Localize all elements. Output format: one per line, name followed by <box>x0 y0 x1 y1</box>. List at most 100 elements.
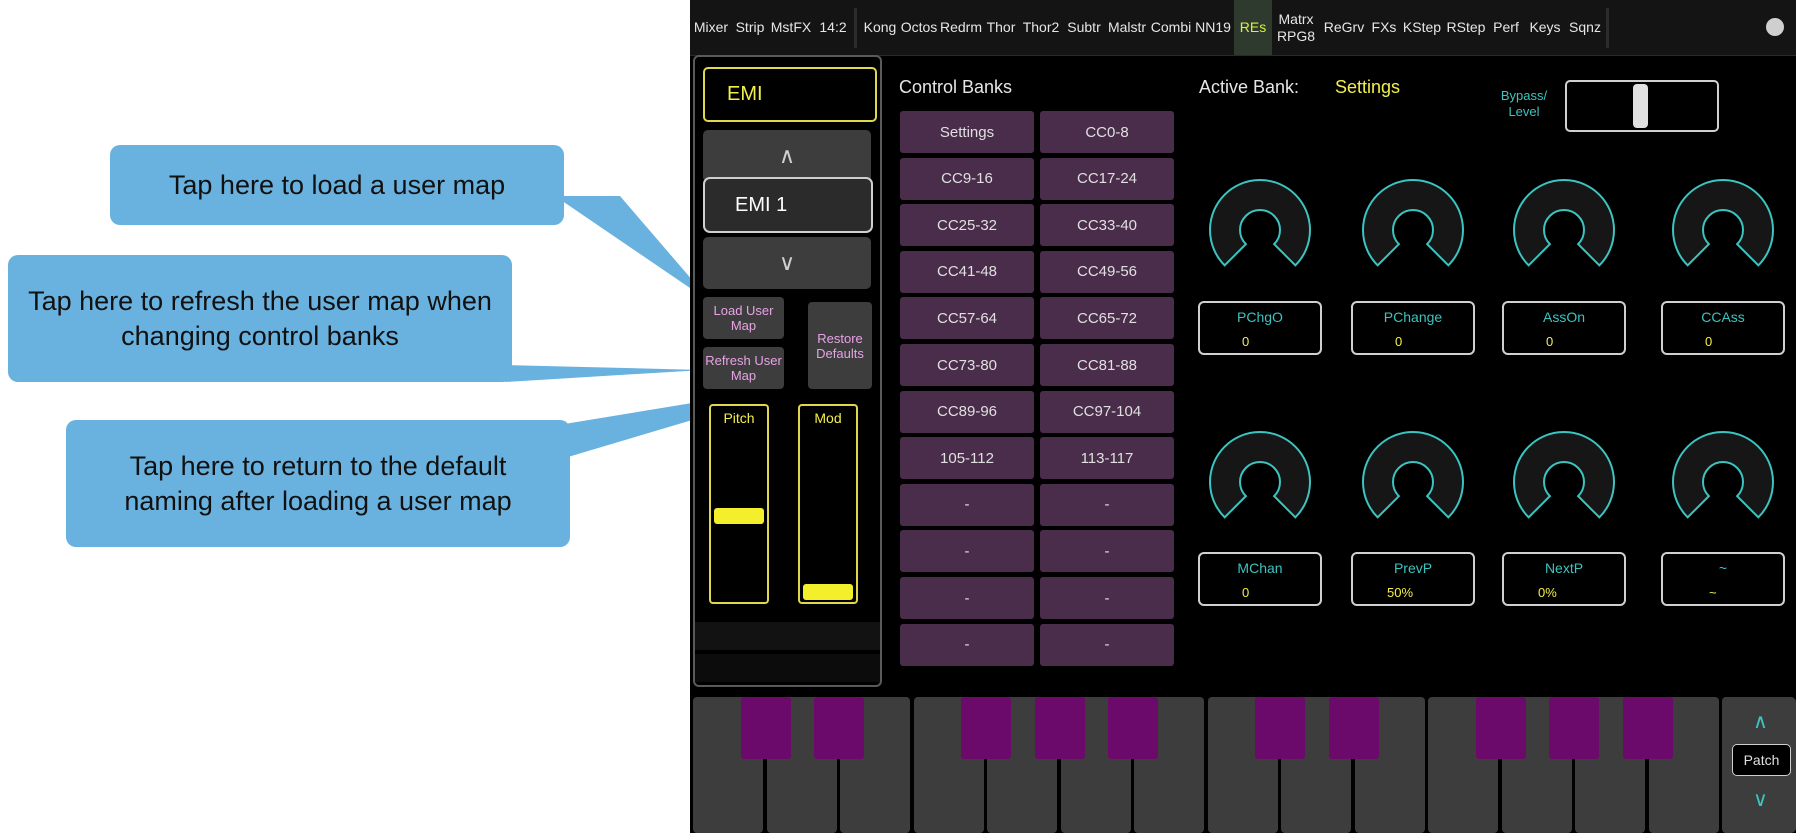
param-name: MChan <box>1237 560 1283 576</box>
black-key[interactable] <box>1549 697 1599 759</box>
control-bank-button[interactable]: CC57-64 <box>900 297 1034 340</box>
param-value: 50% <box>1387 585 1414 600</box>
control-bank-button[interactable]: 105-112 <box>900 437 1034 480</box>
control-bank-button[interactable]: CC97-104 <box>1040 390 1174 433</box>
pitch-thumb[interactable] <box>714 508 764 524</box>
patch-button[interactable]: Patch <box>1732 744 1791 776</box>
param-display: PChgO 0 <box>1198 301 1322 355</box>
control-banks-title: Control Banks <box>899 77 1013 97</box>
control-bank-button[interactable]: - <box>1040 530 1174 573</box>
knob-3[interactable] <box>1504 170 1624 290</box>
param-display: ~ ~ <box>1661 552 1785 606</box>
mod-thumb[interactable] <box>803 584 853 600</box>
tab-thor[interactable]: Thor <box>984 0 1018 55</box>
knob-6[interactable] <box>1353 422 1473 542</box>
param-name: ~ <box>1718 560 1728 576</box>
tab-combi[interactable]: Combi <box>1150 0 1192 55</box>
control-bank-button[interactable]: CC33-40 <box>1040 204 1174 247</box>
control-bank-button[interactable]: CC81-88 <box>1040 344 1174 386</box>
black-key[interactable] <box>1328 697 1379 759</box>
control-bank-button[interactable]: CC17-24 <box>1040 157 1174 200</box>
tab-regrv[interactable]: ReGrv <box>1320 0 1368 55</box>
patch-label: Patch <box>1743 752 1780 768</box>
black-key[interactable] <box>961 697 1011 759</box>
refresh-user-map-button[interactable]: Refresh User Map <box>703 347 784 389</box>
refresh-callout-text: Tap here to refresh the user map when ch… <box>28 285 492 351</box>
tab-kstep[interactable]: KStep <box>1400 0 1444 55</box>
control-bank-button[interactable]: - <box>900 483 1034 526</box>
load-callout: Tap here to load a user map <box>110 145 564 225</box>
patch-up-icon[interactable]: ∧ <box>1725 709 1796 734</box>
knob-7[interactable] <box>1504 422 1624 542</box>
tab-kong[interactable]: Kong <box>860 0 900 55</box>
black-key[interactable] <box>814 697 864 759</box>
control-bank-button[interactable]: - <box>1040 623 1174 666</box>
control-bank-button[interactable]: CC0-8 <box>1040 111 1174 153</box>
refresh-callout: Tap here to refresh the user map when ch… <box>8 255 512 382</box>
tab-res[interactable]: REs <box>1234 0 1272 55</box>
tab-mstfx[interactable]: MstFX <box>768 0 814 55</box>
black-key[interactable] <box>1475 697 1526 759</box>
tab-octos[interactable]: Octos <box>900 0 938 55</box>
control-bank-button[interactable]: Settings <box>900 111 1034 153</box>
black-key[interactable] <box>1622 697 1673 759</box>
black-key[interactable] <box>1108 697 1158 759</box>
control-bank-button[interactable]: 113-117 <box>1040 437 1174 480</box>
map-down-button[interactable]: ∨ <box>703 237 871 289</box>
device-name[interactable]: EMI <box>703 67 877 122</box>
control-bank-button[interactable]: CC89-96 <box>900 390 1034 433</box>
tab-strip[interactable]: Strip <box>732 0 768 55</box>
tab-rstep[interactable]: RStep <box>1444 0 1488 55</box>
control-bank-button[interactable]: CC65-72 <box>1040 297 1174 340</box>
control-bank-button[interactable]: - <box>1040 483 1174 526</box>
tab-separator <box>1606 8 1609 48</box>
tab-bar: Mixer Strip MstFX 14:2 Kong Octos Redrm Thor Tho… <box>690 0 1796 56</box>
restore-defaults-button[interactable]: Restore Defaults <box>808 302 872 389</box>
record-dot-icon[interactable] <box>1766 18 1784 36</box>
left-panel: EMI ∧ EMI 1 ∨ Load User Map Refresh User… <box>693 55 882 687</box>
tab-subtr[interactable]: Subtr <box>1064 0 1104 55</box>
control-bank-button[interactable]: CC41-48 <box>900 250 1034 293</box>
tab-14-2[interactable]: 14:2 <box>814 0 852 55</box>
pitch-label: Pitch <box>723 410 755 426</box>
restore-callout-text: Tap here to return to the default naming… <box>124 450 512 516</box>
panel-footer-bar <box>695 622 880 650</box>
knob-5[interactable] <box>1200 422 1320 542</box>
bypass-level-slider[interactable] <box>1565 80 1719 132</box>
control-bank-button[interactable]: - <box>1040 577 1174 619</box>
tab-redrm[interactable]: Redrm <box>938 0 984 55</box>
control-bank-button[interactable]: - <box>900 530 1034 573</box>
tab-mixer[interactable]: Mixer <box>690 0 732 55</box>
tab-keys[interactable]: Keys <box>1524 0 1566 55</box>
tab-matrx-rpg8[interactable]: Matrx RPG8 <box>1272 0 1320 55</box>
black-key[interactable] <box>1255 697 1305 759</box>
mod-slider[interactable]: Mod <box>798 404 858 604</box>
black-key[interactable] <box>740 697 791 759</box>
map-up-button[interactable]: ∧ <box>703 130 871 182</box>
load-user-map-button[interactable]: Load User Map <box>703 297 784 339</box>
knob-1[interactable] <box>1200 170 1320 290</box>
param-display: MChan 0 <box>1198 552 1322 606</box>
tab-nn19[interactable]: NN19 <box>1192 0 1234 55</box>
tab-fxs[interactable]: FXs <box>1368 0 1400 55</box>
control-bank-button[interactable]: - <box>900 577 1034 619</box>
load-callout-text: Tap here to load a user map <box>168 169 506 200</box>
knob-4[interactable] <box>1663 170 1783 290</box>
tab-thor2[interactable]: Thor2 <box>1018 0 1064 55</box>
black-key[interactable] <box>1034 697 1085 759</box>
control-bank-button[interactable]: CC25-32 <box>900 204 1034 247</box>
pitch-slider[interactable]: Pitch <box>709 404 769 604</box>
param-value: 0 <box>1242 585 1250 600</box>
tab-malstr[interactable]: Malstr <box>1104 0 1150 55</box>
control-bank-button[interactable]: CC49-56 <box>1040 250 1174 293</box>
control-bank-button[interactable]: - <box>900 623 1034 666</box>
knob-2[interactable] <box>1353 170 1473 290</box>
patch-down-icon[interactable]: ∨ <box>1725 787 1796 812</box>
tab-perf[interactable]: Perf <box>1488 0 1524 55</box>
tab-sqnz[interactable]: Sqnz <box>1566 0 1604 55</box>
param-value: 0 <box>1242 334 1250 349</box>
knob-8[interactable] <box>1663 422 1783 542</box>
bypass-thumb[interactable] <box>1633 84 1648 128</box>
control-bank-button[interactable]: CC73-80 <box>900 344 1034 386</box>
control-bank-button[interactable]: CC9-16 <box>900 157 1034 200</box>
